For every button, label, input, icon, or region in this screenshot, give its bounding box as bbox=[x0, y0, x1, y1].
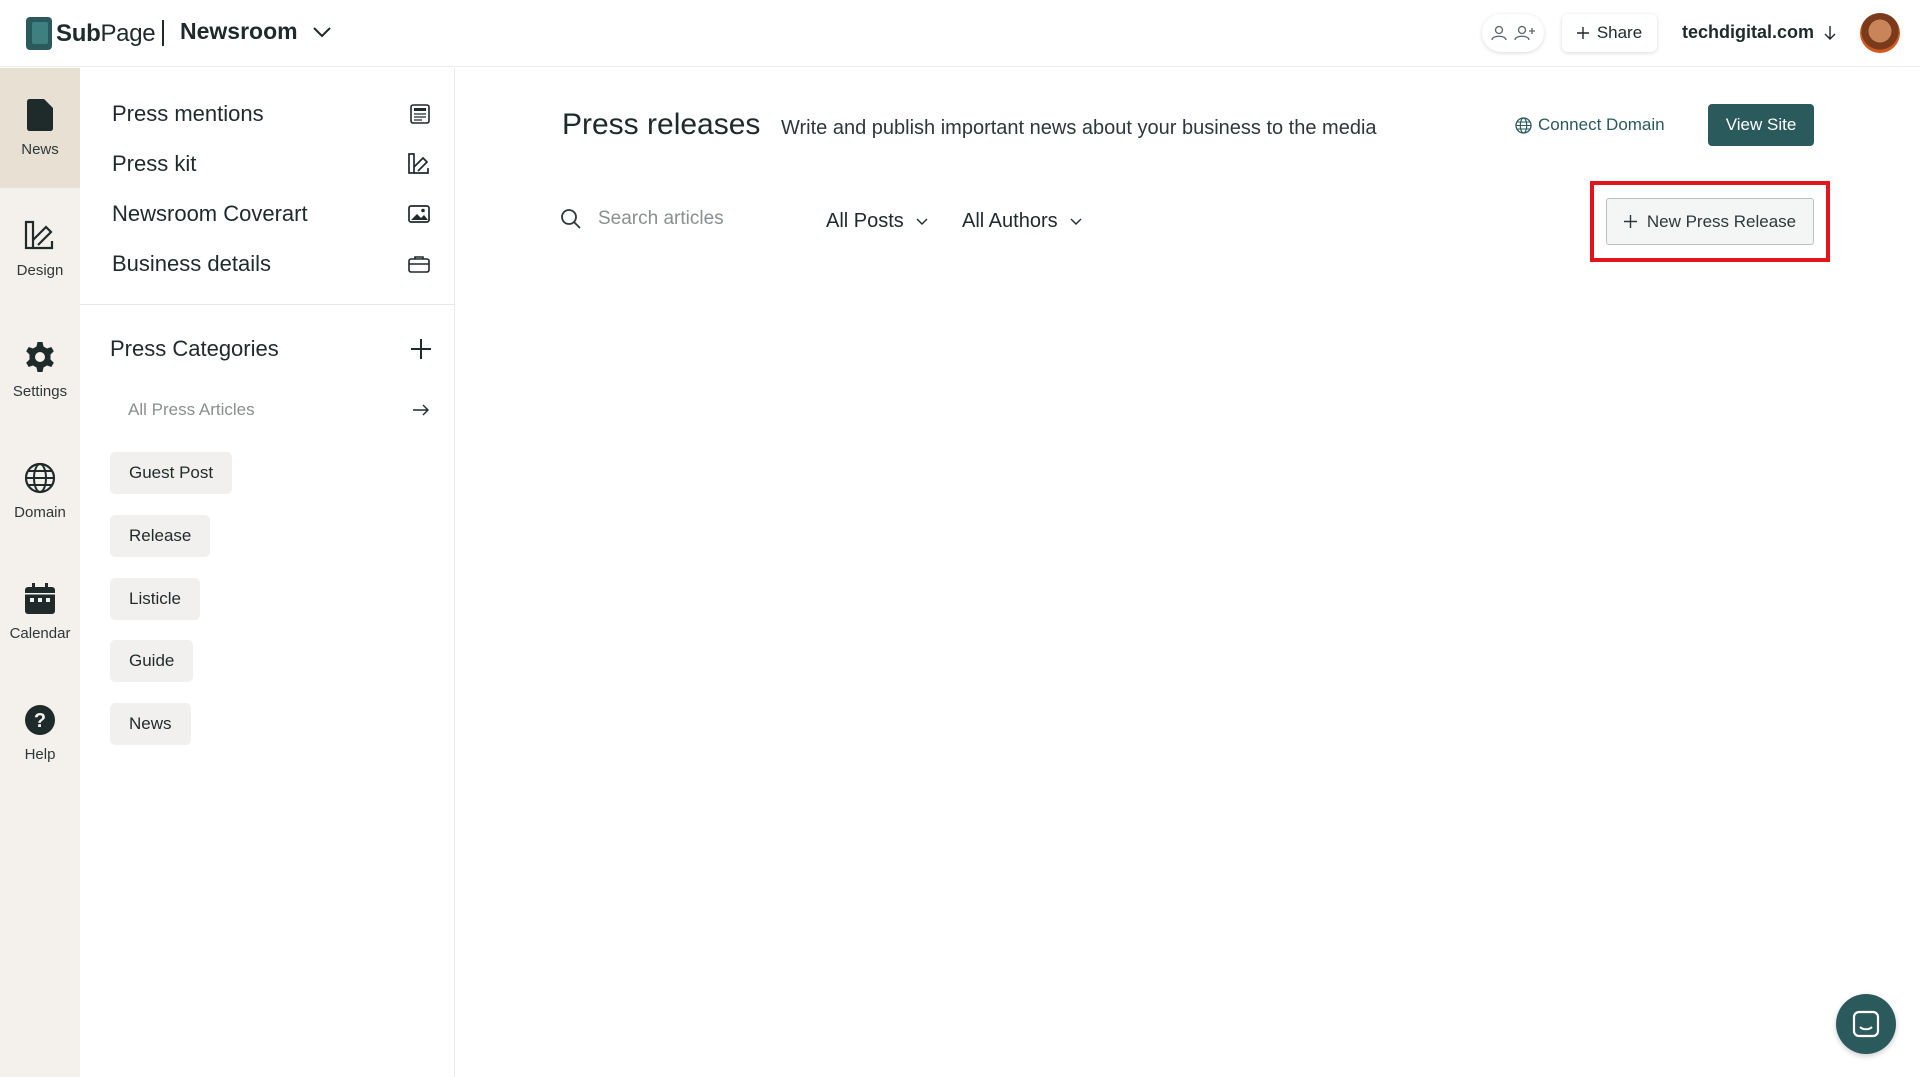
add-category-icon[interactable] bbox=[410, 338, 432, 360]
authors-filter-label: All Authors bbox=[962, 210, 1058, 232]
page-title: Press releases bbox=[562, 108, 761, 141]
collaborators-button[interactable] bbox=[1482, 14, 1544, 52]
posts-filter-dropdown[interactable]: All Posts bbox=[826, 210, 928, 233]
sidebar-item-press-mentions[interactable]: Press mentions bbox=[112, 97, 430, 131]
subpage-logo[interactable]: SubPage bbox=[26, 17, 156, 50]
chevron-down-icon bbox=[916, 218, 928, 225]
rail-label: Domain bbox=[14, 503, 66, 521]
rail-item-calendar[interactable]: Calendar bbox=[0, 552, 80, 672]
category-chip-label: Guest Post bbox=[129, 463, 214, 482]
rail-item-domain[interactable]: Domain bbox=[0, 431, 80, 551]
new-press-release-button[interactable]: New Press Release bbox=[1606, 198, 1814, 245]
domain-name: techdigital.com bbox=[1682, 22, 1815, 42]
plus-icon bbox=[1576, 27, 1589, 39]
chevron-down-icon bbox=[1070, 218, 1082, 225]
logo-text: SubPage bbox=[56, 19, 156, 47]
category-chip-release[interactable]: Release bbox=[110, 515, 211, 557]
category-chip-listicle[interactable]: Listicle bbox=[110, 578, 200, 620]
user-icon bbox=[1491, 25, 1507, 41]
rail-label: Help bbox=[24, 745, 56, 763]
rail-item-settings[interactable]: Settings bbox=[0, 310, 80, 430]
briefcase-icon bbox=[408, 256, 430, 273]
globe-icon bbox=[1515, 116, 1532, 134]
sidebar-item-label: Press mentions bbox=[112, 101, 264, 126]
connect-domain-label: Connect Domain bbox=[1538, 115, 1665, 134]
sidebar-item-business-details[interactable]: Business details bbox=[112, 247, 430, 281]
new-press-release-label: New Press Release bbox=[1646, 211, 1797, 231]
document-icon bbox=[27, 98, 53, 131]
newsroom-sidebar: Press mentions Press kit Newsroom Covera… bbox=[80, 68, 455, 1077]
workspace-name: Newsroom bbox=[180, 18, 298, 44]
sidebar-item-newsroom-coverart[interactable]: Newsroom Coverart bbox=[112, 197, 430, 231]
view-site-label: View Site bbox=[1725, 115, 1797, 134]
category-chip-label: Guide bbox=[129, 651, 175, 670]
logo-separator bbox=[162, 20, 164, 46]
arrow-down-icon bbox=[1824, 25, 1836, 40]
arrow-right-icon bbox=[413, 404, 429, 416]
all-press-articles-label: All Press Articles bbox=[128, 400, 255, 419]
category-chip-guide[interactable]: Guide bbox=[110, 640, 194, 682]
globe-icon bbox=[24, 462, 56, 493]
icon-rail: News Design Settings Domain Calendar ? H… bbox=[0, 68, 80, 1077]
design-icon bbox=[24, 220, 54, 249]
all-press-articles-link[interactable]: All Press Articles bbox=[128, 400, 430, 420]
category-chip-label: News bbox=[129, 714, 172, 733]
top-bar: SubPage Newsroom Share techdigital.com bbox=[0, 0, 1920, 67]
category-chip-news[interactable]: News bbox=[110, 703, 191, 745]
chevron-down-icon bbox=[312, 26, 331, 37]
page-subtitle: Write and publish important news about y… bbox=[781, 117, 1377, 139]
user-avatar[interactable] bbox=[1860, 13, 1900, 53]
press-categories-title: Press Categories bbox=[110, 336, 279, 361]
chat-icon bbox=[1852, 1010, 1880, 1038]
plus-icon bbox=[1623, 215, 1637, 228]
logo-mark-icon bbox=[26, 17, 52, 50]
newspaper-icon bbox=[410, 104, 430, 124]
share-label: Share bbox=[1596, 23, 1643, 42]
domain-switcher[interactable]: techdigital.com bbox=[1682, 22, 1836, 43]
rail-label: Calendar bbox=[9, 624, 71, 642]
press-categories-header: Press Categories bbox=[110, 336, 432, 362]
view-site-button[interactable]: View Site bbox=[1708, 104, 1814, 146]
search-icon bbox=[561, 209, 581, 229]
connect-domain-link[interactable]: Connect Domain bbox=[1515, 115, 1665, 135]
calendar-icon bbox=[25, 582, 55, 614]
press-kit-icon bbox=[408, 153, 429, 174]
image-icon bbox=[408, 205, 430, 223]
sidebar-item-label: Newsroom Coverart bbox=[112, 201, 308, 226]
posts-filter-label: All Posts bbox=[826, 210, 904, 232]
rail-item-news[interactable]: News bbox=[0, 68, 80, 188]
search-articles[interactable]: Search articles bbox=[560, 208, 724, 230]
rail-label: Settings bbox=[12, 382, 68, 400]
workspace-switcher[interactable]: Newsroom bbox=[180, 18, 332, 45]
rail-item-help[interactable]: ? Help bbox=[0, 673, 80, 793]
authors-filter-dropdown[interactable]: All Authors bbox=[962, 210, 1082, 233]
add-user-icon bbox=[1514, 25, 1535, 41]
gear-icon bbox=[26, 341, 54, 372]
rail-item-design[interactable]: Design bbox=[0, 189, 80, 309]
rail-label: Design bbox=[16, 261, 64, 279]
chat-support-button[interactable] bbox=[1836, 994, 1896, 1054]
rail-label: News bbox=[21, 140, 59, 158]
category-chip-label: Release bbox=[129, 526, 192, 545]
help-icon: ? bbox=[25, 704, 55, 735]
svg-text:?: ? bbox=[34, 710, 46, 732]
category-chip-guest-post[interactable]: Guest Post bbox=[110, 452, 233, 494]
sidebar-item-label: Press kit bbox=[112, 151, 197, 176]
sidebar-item-label: Business details bbox=[112, 251, 271, 276]
category-chip-label: Listicle bbox=[129, 589, 181, 608]
search-input-placeholder[interactable]: Search articles bbox=[598, 208, 724, 230]
sidebar-divider bbox=[80, 304, 455, 305]
sidebar-item-press-kit[interactable]: Press kit bbox=[112, 147, 430, 181]
share-button[interactable]: Share bbox=[1562, 14, 1657, 52]
